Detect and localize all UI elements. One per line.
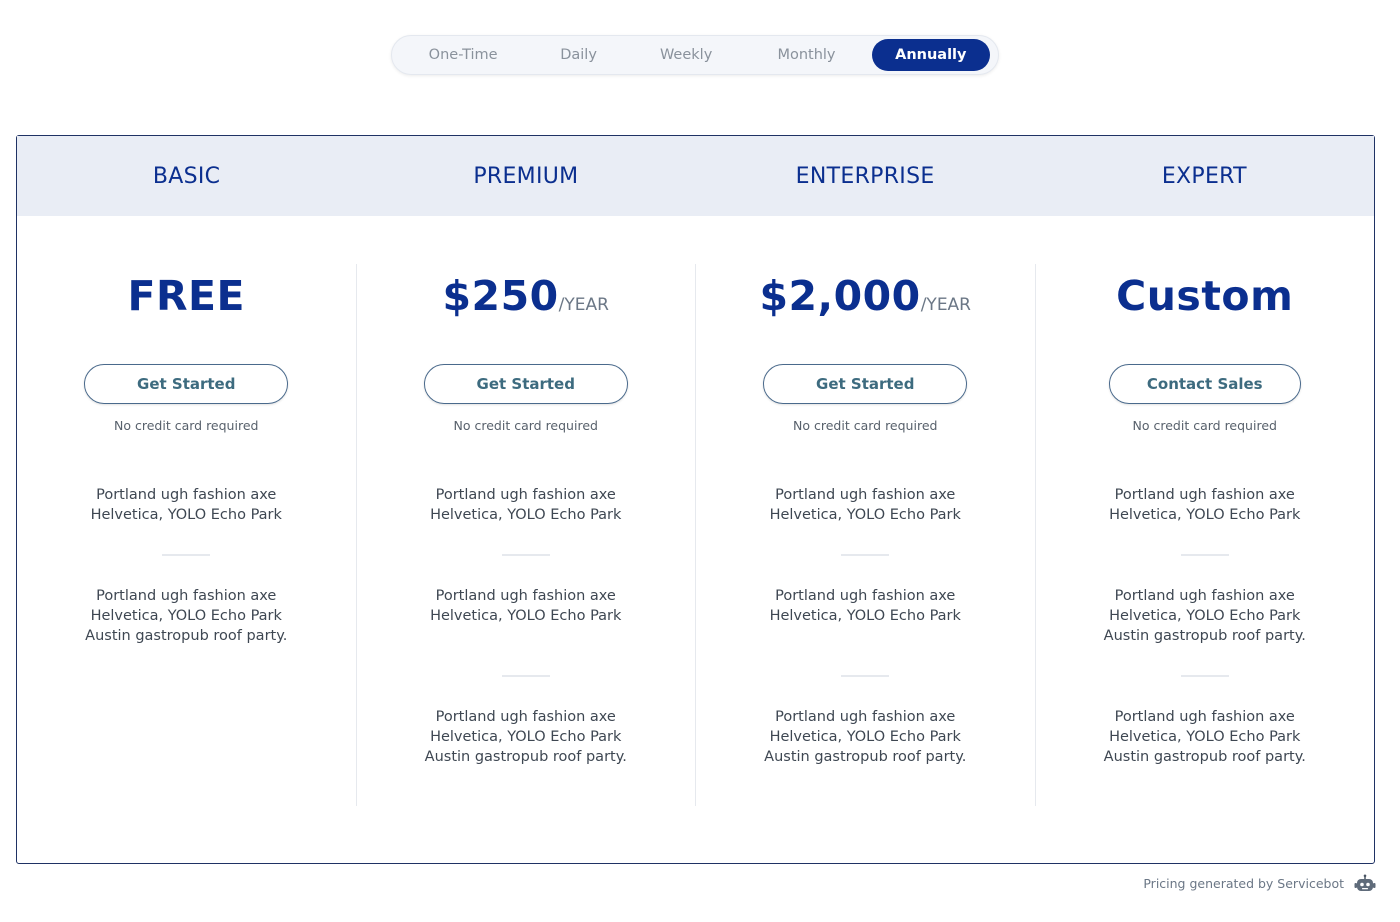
feature-text: Portland ugh fashion axe Helvetica, YOLO…	[90, 487, 282, 523]
period-option-daily[interactable]: Daily	[526, 39, 631, 71]
feature-text: Portland ugh fashion axe Helvetica, YOLO…	[424, 709, 627, 765]
price-line: $250/YEAR	[357, 272, 696, 342]
period-option-one-time[interactable]: One-Time	[400, 39, 526, 71]
feature-text: Portland ugh fashion axe Helvetica, YOLO…	[1103, 709, 1306, 765]
period-option-weekly[interactable]: Weekly	[631, 39, 742, 71]
no-credit-card-note: No credit card required	[114, 418, 259, 433]
no-credit-card-note: No credit card required	[453, 418, 598, 433]
plan-name-premium: PREMIUM	[473, 164, 579, 189]
footer-credit[interactable]: Pricing generated by Servicebot	[1143, 876, 1344, 891]
get-started-button[interactable]: Get Started	[763, 364, 968, 404]
feature-divider	[1180, 675, 1229, 677]
price-amount: $250	[442, 272, 559, 320]
feature-text: Portland ugh fashion axe Helvetica, YOLO…	[1103, 588, 1306, 644]
no-credit-card-note: No credit card required	[1132, 418, 1277, 433]
feature-divider	[841, 554, 890, 556]
plan-column-expert: Custom Contact Sales No credit card requ…	[1034, 264, 1375, 806]
period-option-annually[interactable]: Annually	[871, 39, 990, 71]
billing-period-toggle: One-Time Daily Weekly Monthly Annually	[391, 35, 999, 75]
feature-text: Portland ugh fashion axe Helvetica, YOLO…	[769, 487, 961, 523]
plan-name-expert: EXPERT	[1161, 164, 1247, 189]
feature-text: Portland ugh fashion axe Helvetica, YOLO…	[430, 487, 622, 523]
feature-divider	[501, 675, 550, 677]
price-amount: $2,000	[759, 272, 921, 320]
plan-name-enterprise: ENTERPRISE	[795, 164, 935, 189]
feature-text: Portland ugh fashion axe Helvetica, YOLO…	[85, 588, 288, 644]
price-amount: FREE	[127, 272, 246, 320]
plan-columns: FREE Get Started No credit card required…	[17, 264, 1374, 806]
plan-header-row: BASIC PREMIUM ENTERPRISE EXPERT	[17, 136, 1374, 216]
get-started-button[interactable]: Get Started	[423, 364, 628, 404]
feature-divider	[162, 554, 211, 556]
feature-text: Portland ugh fashion axe Helvetica, YOLO…	[764, 709, 967, 765]
feature-text: Portland ugh fashion axe Helvetica, YOLO…	[1109, 487, 1301, 523]
period-option-monthly[interactable]: Monthly	[741, 39, 871, 71]
plan-column-basic: FREE Get Started No credit card required…	[17, 264, 356, 806]
price-unit: /YEAR	[920, 295, 971, 315]
price-unit: /YEAR	[558, 295, 609, 315]
price-line: FREE	[17, 272, 356, 342]
price-amount: Custom	[1116, 272, 1294, 320]
feature-divider	[1180, 554, 1229, 556]
pricing-table: BASIC PREMIUM ENTERPRISE EXPERT FREE Get…	[16, 135, 1375, 864]
price-line: Custom	[1036, 272, 1375, 342]
get-started-button[interactable]: Get Started	[84, 364, 289, 404]
robot-icon	[1354, 874, 1376, 891]
feature-divider	[501, 554, 550, 556]
contact-sales-button[interactable]: Contact Sales	[1108, 364, 1301, 404]
feature-divider	[841, 675, 890, 677]
feature-text: Portland ugh fashion axe Helvetica, YOLO…	[769, 588, 961, 624]
price-line: $2,000/YEAR	[696, 272, 1035, 342]
plan-name-basic: BASIC	[152, 164, 221, 189]
plan-column-enterprise: $2,000/YEAR Get Started No credit card r…	[695, 264, 1035, 806]
feature-text: Portland ugh fashion axe Helvetica, YOLO…	[430, 588, 622, 624]
plan-column-premium: $250/YEAR Get Started No credit card req…	[355, 264, 696, 806]
no-credit-card-note: No credit card required	[793, 418, 938, 433]
